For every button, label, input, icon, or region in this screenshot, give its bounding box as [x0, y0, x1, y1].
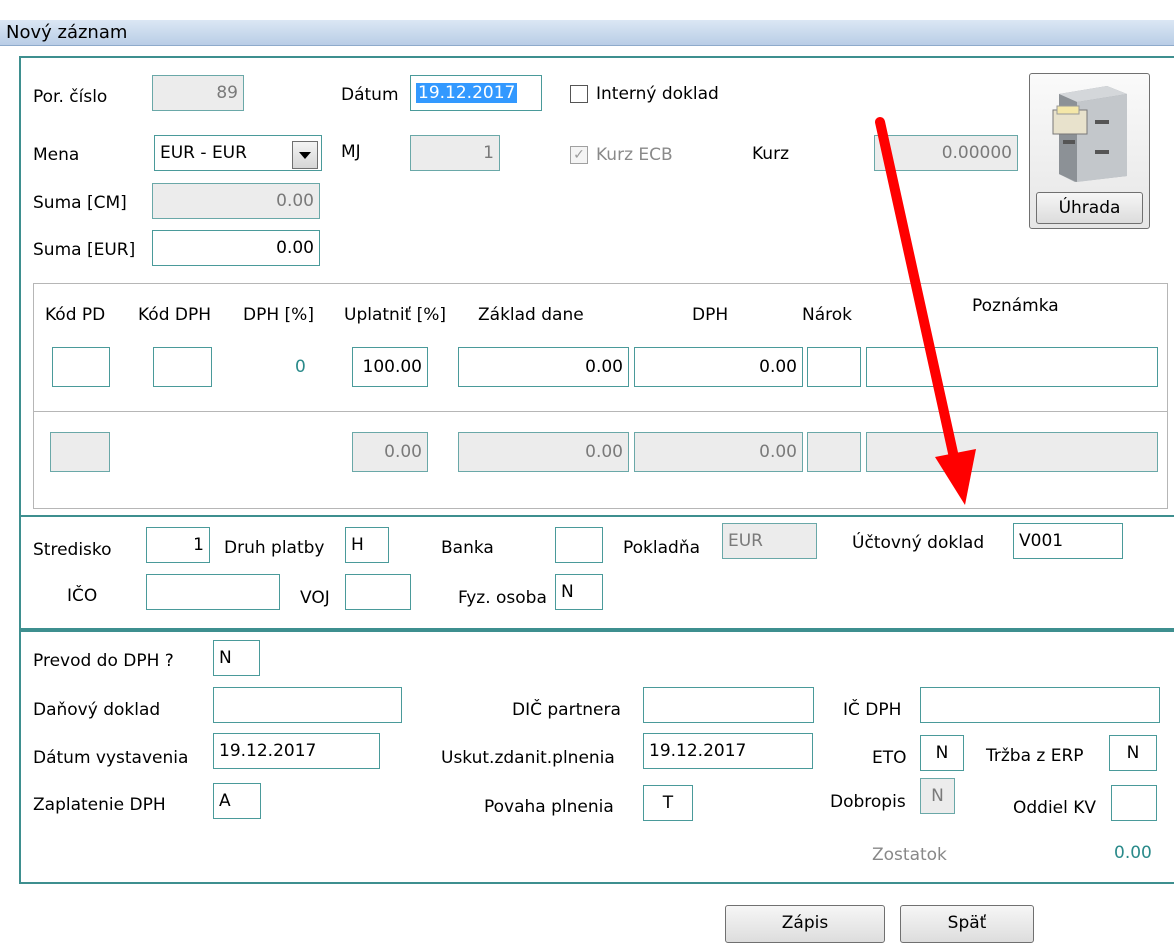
- kurz-label: Kurz: [752, 144, 789, 164]
- uctovny-doklad-input[interactable]: V001: [1013, 523, 1123, 559]
- druh-platby-input[interactable]: H: [345, 527, 389, 563]
- row2-poznamka-field: [866, 432, 1158, 472]
- oddiel-kv-input[interactable]: [1111, 785, 1157, 821]
- pokladna-field: EUR: [722, 523, 817, 559]
- ic-dph-input[interactable]: [920, 687, 1160, 723]
- uskut-label: Uskut.zdanit.plnenia: [441, 748, 615, 768]
- interny-doklad-checkbox[interactable]: [570, 85, 588, 103]
- por-cislo-label: Por. číslo: [33, 87, 108, 107]
- grid-header-kod-pd: Kód PD: [45, 305, 106, 325]
- fyz-osoba-input[interactable]: N: [555, 574, 603, 610]
- kurz-ecb-label: Kurz ECB: [596, 145, 673, 165]
- povaha-plnenia-label: Povaha plnenia: [484, 797, 614, 817]
- prevod-input[interactable]: N: [213, 640, 260, 676]
- voj-label: VOJ: [300, 588, 330, 608]
- grid-header-narok: Nárok: [802, 305, 852, 325]
- suma-eur-label: Suma [EUR]: [33, 240, 136, 260]
- voj-input[interactable]: [345, 574, 411, 610]
- uhrada-button[interactable]: Úhrada: [1029, 73, 1150, 229]
- row1-zaklad-input[interactable]: 0.00: [458, 347, 629, 387]
- banka-label: Banka: [441, 538, 494, 558]
- datum-vystavenia-label: Dátum vystavenia: [33, 748, 189, 768]
- stredisko-label: Stredisko: [33, 540, 112, 560]
- mena-value: EUR - EUR: [160, 143, 247, 163]
- file-cabinet-icon: [1052, 86, 1127, 182]
- prevod-label: Prevod do DPH ?: [33, 651, 174, 671]
- row1-uplatnit-input[interactable]: 100.00: [352, 347, 428, 387]
- row2-dph-field: 0.00: [634, 432, 803, 472]
- suma-cm-label: Suma [CM]: [33, 193, 127, 213]
- window-title-bar: Nový záznam: [0, 20, 1174, 46]
- mj-label: MJ: [341, 142, 361, 162]
- row1-dph-input[interactable]: 0.00: [634, 347, 803, 387]
- banka-input[interactable]: [555, 527, 603, 563]
- grid-header-zaklad-dane: Základ dane: [478, 305, 584, 325]
- ico-input[interactable]: [146, 574, 280, 610]
- datum-label: Dátum: [341, 85, 399, 105]
- uskut-input[interactable]: 19.12.2017: [643, 733, 813, 769]
- eto-input[interactable]: N: [920, 735, 964, 771]
- kurz-ecb-checkbox: ✓: [570, 146, 588, 164]
- mena-label: Mena: [33, 145, 80, 165]
- fyz-osoba-label: Fyz. osoba: [458, 588, 547, 608]
- suma-eur-field[interactable]: 0.00: [152, 230, 320, 266]
- row1-poznamka-input[interactable]: [866, 347, 1158, 387]
- grid-header-uplatnit: Uplatniť [%]: [344, 305, 447, 325]
- dic-partnera-label: DIČ partnera: [512, 700, 621, 720]
- spat-button[interactable]: Späť: [900, 905, 1034, 943]
- uctovny-doklad-label: Účtovný doklad: [852, 533, 985, 553]
- stredisko-input[interactable]: 1: [146, 527, 210, 563]
- row1-kod-dph-input[interactable]: [153, 347, 212, 387]
- danovy-doklad-label: Daňový doklad: [33, 700, 161, 720]
- zostatok-value: 0.00: [1114, 843, 1152, 863]
- dobropis-label: Dobropis: [830, 792, 906, 812]
- grid-header-poznamka: Poznámka: [972, 296, 1059, 316]
- trzba-erp-label: Tržba z ERP: [986, 746, 1084, 766]
- ico-label: IČO: [67, 586, 98, 606]
- uhrada-button-label: Úhrada: [1036, 192, 1143, 224]
- row1-kod-pd-input[interactable]: [52, 347, 110, 387]
- oddiel-kv-label: Oddiel KV: [1013, 798, 1097, 818]
- danovy-doklad-input[interactable]: [213, 687, 402, 723]
- dic-partnera-input[interactable]: [643, 687, 814, 723]
- zaplatenie-dph-label: Zaplatenie DPH: [33, 795, 166, 815]
- row2-zaklad-field: 0.00: [458, 432, 629, 472]
- kurz-field: 0.00000: [874, 135, 1018, 171]
- mj-field: 1: [410, 135, 500, 171]
- interny-doklad-label: Interný doklad: [596, 84, 719, 104]
- chevron-down-icon[interactable]: [292, 141, 318, 169]
- trzba-erp-input[interactable]: N: [1109, 735, 1157, 771]
- suma-cm-field: 0.00: [152, 183, 320, 219]
- zapis-button[interactable]: Zápis: [725, 905, 885, 943]
- dobropis-field: N: [920, 778, 955, 814]
- por-cislo-field: 89: [152, 75, 244, 111]
- datum-field[interactable]: 19.12.2017: [410, 75, 542, 111]
- ic-dph-label: IČ DPH: [843, 700, 902, 720]
- grid-header-kod-dph: Kód DPH: [138, 305, 212, 325]
- mena-combobox[interactable]: EUR - EUR: [154, 135, 322, 171]
- povaha-plnenia-input[interactable]: T: [643, 785, 693, 821]
- grid-header-dph-pct: DPH [%]: [243, 305, 314, 325]
- row2-uplatnit-field: 0.00: [352, 432, 428, 472]
- datum-value: 19.12.2017: [416, 83, 518, 103]
- eto-label: ETO: [872, 748, 907, 768]
- row2-kod-pd-field: [50, 432, 110, 472]
- druh-platby-label: Druh platby: [224, 538, 325, 558]
- row2-narok-field: [807, 432, 861, 472]
- pokladna-label: Pokladňa: [623, 538, 701, 558]
- row1-narok-input[interactable]: [807, 347, 861, 387]
- window-title: Nový záznam: [6, 22, 128, 43]
- grid-divider: [34, 411, 1167, 412]
- row1-dph-pct: 0: [295, 357, 306, 377]
- zaplatenie-dph-input[interactable]: A: [213, 783, 261, 819]
- grid-header-dph: DPH: [692, 305, 729, 325]
- datum-vystavenia-input[interactable]: 19.12.2017: [213, 733, 380, 769]
- zostatok-label: Zostatok: [872, 845, 947, 865]
